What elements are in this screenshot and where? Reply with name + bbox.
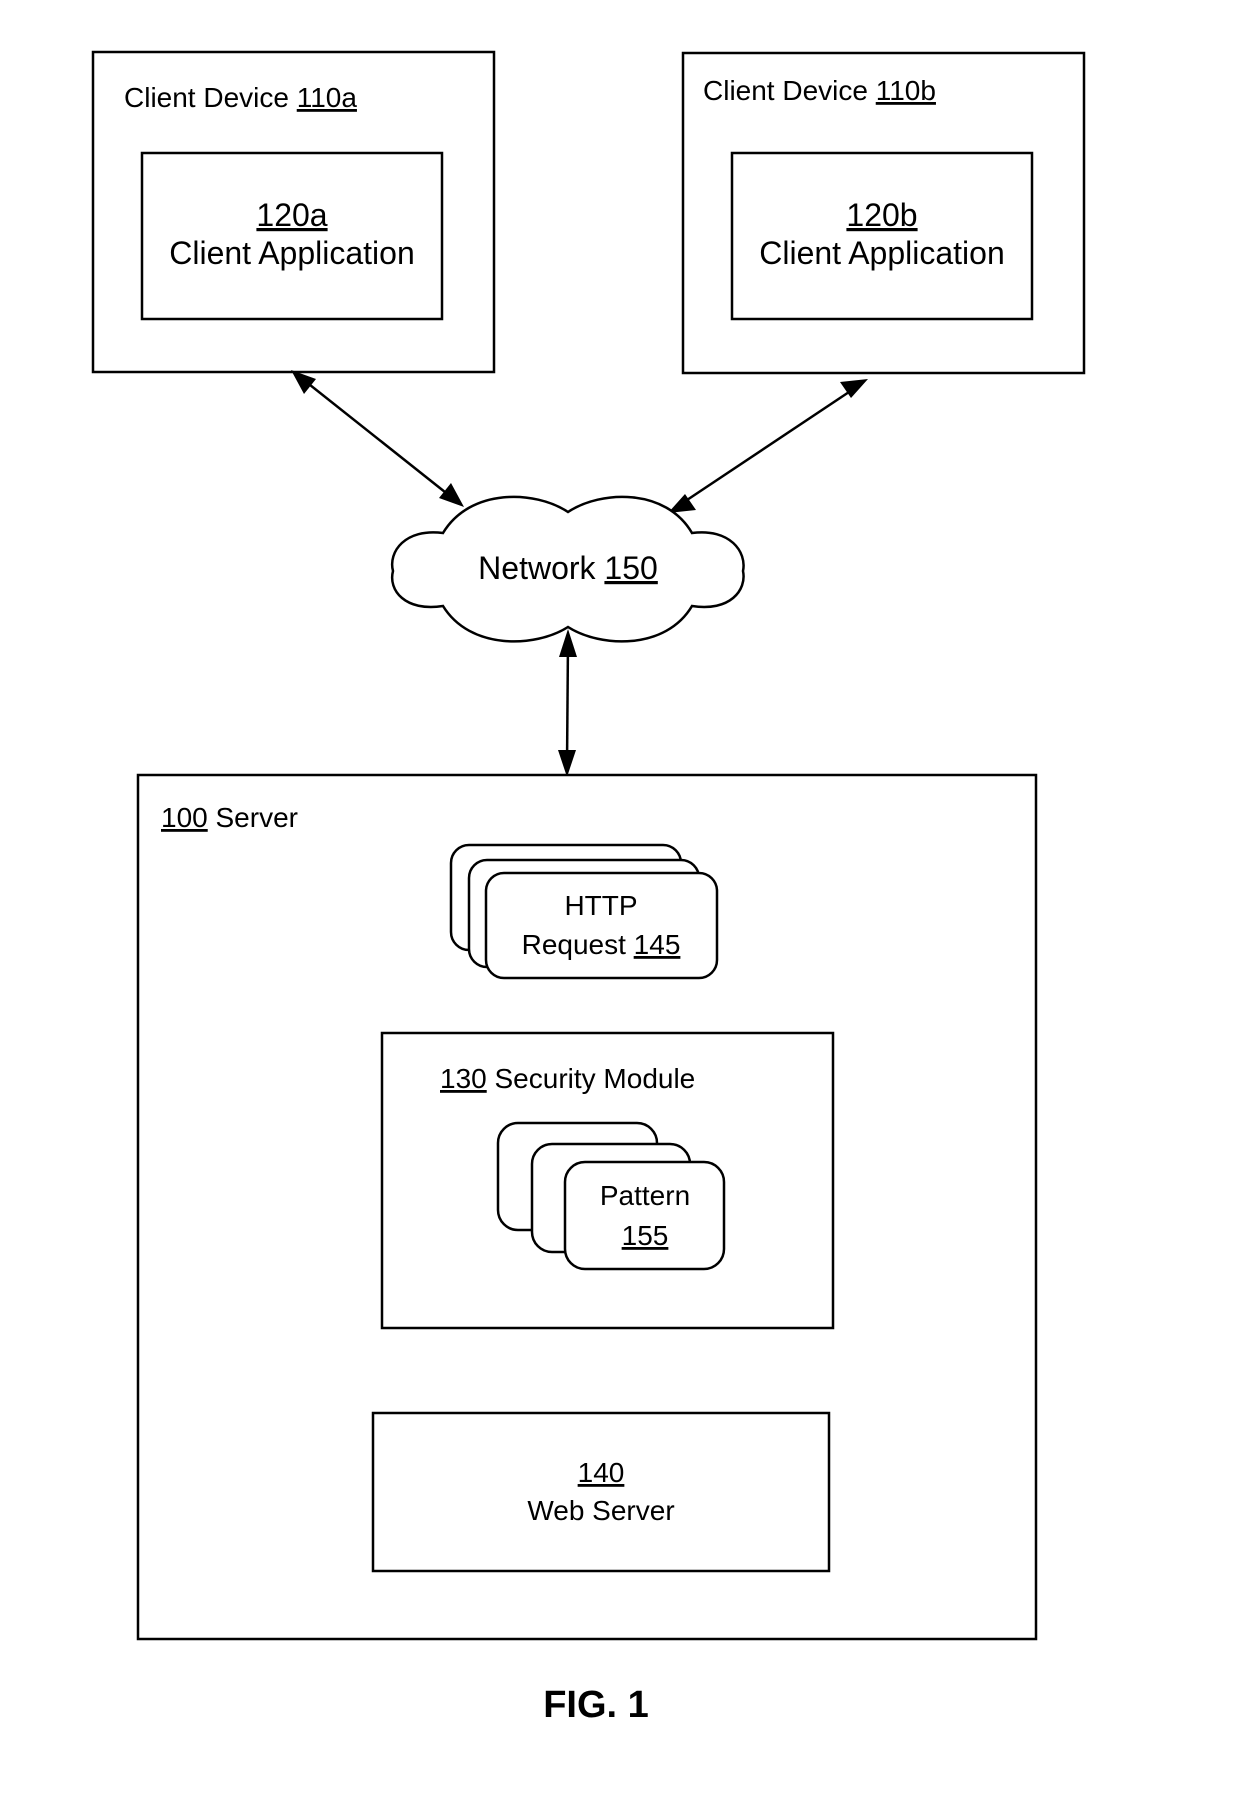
client-application-b-ref: 120b [846, 197, 917, 233]
http-request-card-front [484, 871, 719, 980]
client-device-b-ref: 110b [876, 75, 936, 106]
security-module: 130 Security Module Pattern 155 [380, 1031, 835, 1330]
security-module-ref: 130 [440, 1063, 487, 1094]
arrowhead-up-icon [291, 370, 316, 394]
http-request-line1: HTTP [564, 890, 637, 921]
network-ref: 150 [604, 550, 657, 586]
pattern-label: Pattern [600, 1180, 690, 1211]
web-server-box [371, 1411, 831, 1573]
server-ref: 100 [161, 802, 208, 833]
web-server-label: Web Server [527, 1495, 674, 1526]
web-server: 140 Web Server [371, 1411, 831, 1573]
client-device-a-ref: 110a [297, 82, 358, 113]
arrowhead-down-icon [558, 750, 576, 777]
network: Network 150 [390, 495, 745, 643]
web-server-ref: 140 [578, 1457, 625, 1488]
client-application-a-label: Client Application [169, 235, 414, 271]
pattern-ref: 155 [622, 1220, 669, 1251]
figure-caption: FIG. 1 [543, 1684, 649, 1726]
arrowhead-down-icon [439, 483, 464, 507]
server-label: 100 Server [161, 802, 298, 833]
http-request-line2: Request 145 [522, 929, 681, 960]
arrow-client-b-network [668, 379, 868, 513]
pattern-card-front [563, 1160, 726, 1271]
client-device-b: Client Device 110b 120b Client Applicati… [681, 51, 1086, 375]
client-device-a: Client Device 110a 120a Client Applicati… [91, 50, 496, 374]
client-device-a-label: Client Device 110a [124, 82, 357, 113]
http-request-ref: 145 [634, 929, 681, 960]
http-request-stack: HTTP Request 145 [449, 843, 719, 980]
security-module-label: 130 Security Module [440, 1063, 695, 1094]
client-application-b-label: Client Application [759, 235, 1004, 271]
client-application-a-ref: 120a [256, 197, 327, 233]
network-label: Network 150 [478, 550, 658, 586]
arrow-client-a-network [291, 370, 464, 507]
client-device-b-label: Client Device 110b [703, 75, 936, 106]
server: 100 Server HTTP Request 145 130 Security… [136, 773, 1038, 1641]
arrowhead-up-icon [559, 629, 577, 657]
system-diagram: Client Device 110a 120a Client Applicati… [91, 50, 1086, 1726]
arrow-network-server [558, 629, 577, 777]
